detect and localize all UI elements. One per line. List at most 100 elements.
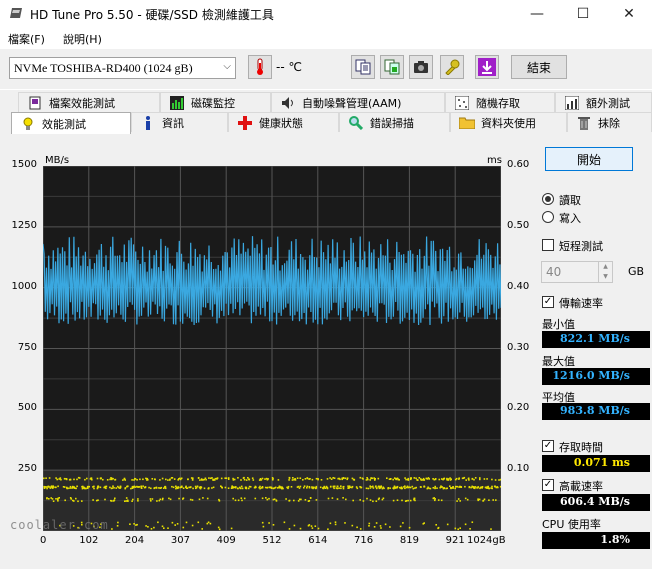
tab-extra-tests[interactable]: 額外測試	[555, 92, 652, 112]
access-time-point	[127, 500, 129, 502]
tab-aam[interactable]: 自動噪聲管理(AAM)	[271, 92, 445, 112]
x-tick: 716	[354, 535, 374, 546]
tab-info[interactable]: 資訊	[131, 112, 228, 132]
write-radio[interactable]	[542, 211, 554, 223]
maximize-button[interactable]: ☐	[560, 0, 606, 27]
burst-rate-label: 高載速率	[559, 480, 603, 493]
x-tick: 307	[170, 535, 190, 546]
access-time-point	[309, 497, 312, 499]
access-time-point	[86, 487, 89, 489]
access-time-point	[272, 524, 275, 526]
access-time-point	[294, 479, 297, 481]
access-time-point	[212, 486, 215, 489]
exit-button[interactable]: 結束	[511, 55, 567, 79]
y-left-tick: 250	[17, 463, 37, 475]
access-time-point	[392, 487, 395, 489]
access-time-point	[332, 485, 335, 488]
access-time-point	[464, 523, 467, 526]
menu-help[interactable]: 說明(H)	[63, 31, 102, 47]
access-time-point	[218, 498, 220, 501]
stepper-arrows-icon[interactable]: ▲ ▼	[598, 262, 612, 282]
burst-rate-checkbox[interactable]: ✓	[542, 479, 554, 491]
access-time-point	[230, 527, 233, 530]
access-time-point	[336, 485, 339, 488]
copy-image-button[interactable]	[380, 55, 404, 79]
access-time-point	[46, 487, 48, 490]
tab-error-scan[interactable]: 錯誤掃描	[339, 112, 450, 132]
tab-file-benchmark[interactable]: 檔案效能測試	[18, 92, 160, 112]
access-time-checkbox[interactable]: ✓	[542, 440, 554, 452]
tab-disk-monitor[interactable]: 磁碟監控	[160, 92, 271, 112]
tab-health[interactable]: 健康狀態	[228, 112, 339, 132]
access-time-point	[447, 478, 450, 481]
tab-random-access[interactable]: 隨機存取	[445, 92, 555, 112]
access-time-point	[496, 486, 498, 488]
access-time-point	[194, 485, 197, 488]
short-test-checkbox[interactable]	[542, 239, 554, 251]
avg-value: 983.8 MB/s	[542, 403, 650, 420]
gb-stepper[interactable]: 40 ▲ ▼	[541, 261, 613, 283]
access-time-point	[360, 486, 362, 489]
access-time-point	[64, 478, 66, 480]
y-left-unit: MB/s	[45, 155, 70, 166]
access-time-point	[323, 485, 326, 488]
access-time-point	[232, 497, 234, 500]
access-time-point	[191, 499, 194, 501]
tab-label: 錯誤掃描	[370, 116, 414, 130]
access-time-point	[299, 477, 302, 479]
access-time-point	[248, 478, 250, 481]
close-button[interactable]: ✕	[606, 0, 652, 27]
access-time-point	[434, 499, 436, 502]
access-time-point	[77, 476, 80, 479]
access-time-point	[268, 497, 270, 500]
access-time-point	[82, 485, 84, 488]
access-time-point	[266, 498, 269, 501]
save-button[interactable]	[475, 55, 499, 79]
start-button[interactable]: 開始	[545, 147, 633, 171]
access-time-point	[165, 478, 167, 481]
tab-benchmark[interactable]: 效能測試	[11, 112, 131, 134]
lightbulb-icon	[20, 116, 36, 132]
access-time-point	[290, 486, 293, 488]
access-time-point	[306, 477, 309, 480]
access-time-point	[375, 500, 378, 502]
access-time-point	[356, 487, 359, 490]
access-time-point	[359, 476, 362, 479]
access-time-point	[288, 528, 291, 530]
access-time-point	[449, 485, 451, 487]
access-time-point	[261, 486, 264, 489]
drive-select[interactable]: NVMe TOSHIBA-RD400 (1024 gB) ⌵	[9, 57, 236, 79]
minimize-button[interactable]: —	[514, 0, 560, 27]
access-time-point	[461, 477, 464, 480]
read-radio[interactable]	[542, 193, 554, 205]
access-time-point	[311, 486, 313, 488]
access-time-point	[227, 487, 230, 489]
screenshot-button[interactable]	[409, 55, 433, 79]
access-time-point	[334, 523, 337, 526]
menu-file[interactable]: 檔案(F)	[8, 31, 45, 47]
access-time-point	[102, 478, 104, 481]
tab-erase[interactable]: 抹除	[567, 112, 652, 132]
access-time-point	[336, 498, 339, 500]
access-time-label: 存取時間	[559, 441, 603, 454]
access-time-point	[459, 485, 461, 488]
transfer-rate-checkbox[interactable]: ✓	[542, 296, 554, 308]
access-time-point	[209, 477, 212, 480]
access-time-point	[352, 499, 354, 502]
access-time-point	[58, 478, 60, 480]
access-time-point	[111, 528, 113, 530]
access-time-point	[495, 499, 497, 501]
access-time-point	[140, 485, 142, 488]
access-time-point	[498, 479, 500, 481]
read-label: 讀取	[559, 194, 581, 207]
tab-folder-usage[interactable]: 資料夾使用	[450, 112, 567, 132]
access-time-point	[306, 485, 309, 488]
options-button[interactable]	[440, 55, 464, 79]
temperature-button[interactable]	[248, 55, 272, 79]
access-time-point	[464, 485, 466, 488]
access-time-point	[117, 521, 119, 524]
copy-text-button[interactable]	[351, 55, 375, 79]
access-time-point	[368, 525, 370, 527]
access-time-point	[468, 486, 471, 489]
gb-stepper-value: 40	[546, 265, 562, 279]
